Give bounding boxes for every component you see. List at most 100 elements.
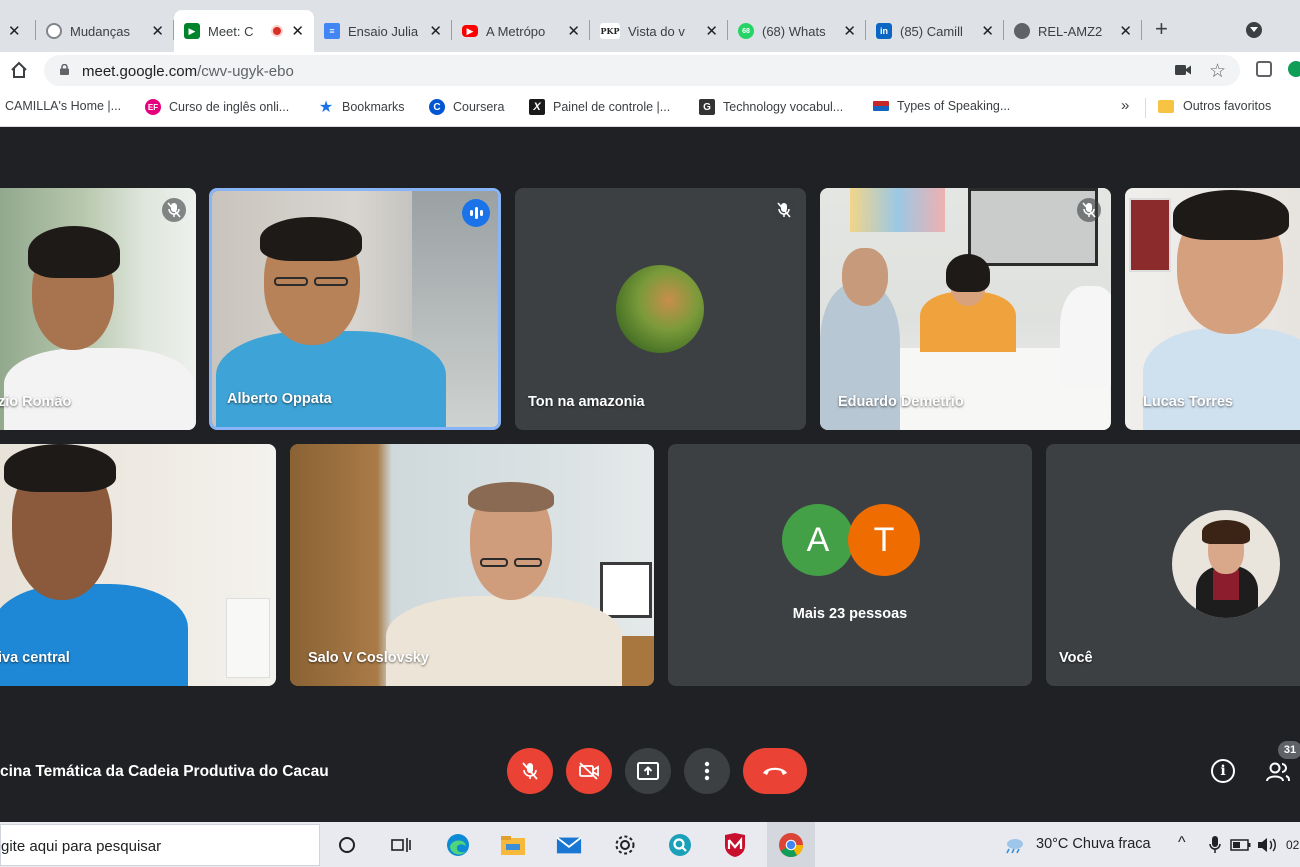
meeting-title: cina Temática da Cadeia Produtiva do Cac… — [0, 763, 329, 780]
grammarly-icon[interactable] — [1288, 61, 1300, 77]
tab-meet[interactable]: ▶ Meet: C ✕ — [174, 10, 314, 52]
more-options-button[interactable] — [684, 748, 730, 794]
close-icon[interactable]: ✕ — [567, 22, 580, 40]
taskbar-search-input[interactable]: gite aqui para pesquisar — [0, 824, 320, 866]
ef-icon: EF — [145, 99, 161, 115]
cortana-icon[interactable] — [334, 832, 360, 858]
close-icon[interactable]: ✕ — [291, 22, 304, 40]
star-icon: ★ — [318, 99, 334, 116]
clock-text[interactable]: 02 — [1286, 838, 1299, 852]
flag-icon — [873, 101, 889, 111]
mail-icon[interactable] — [556, 832, 582, 858]
muted-icon — [772, 198, 796, 222]
microphone-toggle-button[interactable] — [507, 748, 553, 794]
participant-tile[interactable]: Eduardo Demetrio — [820, 188, 1111, 430]
youtube-icon: ▶ — [462, 25, 478, 37]
chevron-up-icon[interactable]: ^ — [1178, 834, 1186, 852]
mcafee-icon[interactable] — [722, 832, 748, 858]
more-participants-tile[interactable]: A T Mais 23 pessoas — [668, 444, 1032, 686]
bookmarks-overflow-icon[interactable]: » — [1121, 97, 1129, 114]
camera-permission-icon[interactable] — [1175, 64, 1191, 76]
edge-icon[interactable] — [445, 832, 471, 858]
bookmarks-divider — [1145, 98, 1146, 118]
task-view-icon[interactable] — [388, 832, 414, 858]
muted-icon — [1077, 198, 1101, 222]
more-participants-label: Mais 23 pessoas — [792, 606, 908, 622]
tab-whatsapp[interactable]: 68 (68) Whats ✕ — [728, 10, 866, 52]
tab-pkp[interactable]: PKP Vista do v ✕ — [590, 10, 728, 52]
tab-ensaio[interactable]: ≡ Ensaio Julia ✕ — [314, 10, 452, 52]
url-text[interactable]: meet.google.com/cwv-ugyk-ebo — [82, 63, 294, 80]
x-icon: X — [529, 99, 545, 115]
volume-icon[interactable] — [1254, 832, 1280, 858]
new-tab-button[interactable]: + — [1155, 16, 1168, 42]
participant-avatar — [616, 265, 704, 353]
participant-tile[interactable]: Salo V Coslovsky — [290, 444, 654, 686]
participant-name: Ton na amazonia — [528, 394, 645, 410]
mic-off-icon — [522, 762, 538, 780]
bookmark-camilla-home[interactable]: CAMILLA's Home |... — [5, 99, 121, 113]
extension-icon[interactable] — [1256, 61, 1272, 77]
search-app-icon[interactable] — [667, 832, 693, 858]
close-icon[interactable]: ✕ — [429, 22, 442, 40]
lock-icon[interactable] — [60, 64, 69, 75]
tab-youtube[interactable]: ▶ A Metrópo ✕ — [452, 10, 590, 52]
bookmark-types-speaking[interactable]: Types of Speaking... — [873, 99, 1010, 113]
tab-search-icon[interactable] — [1246, 22, 1262, 38]
close-icon[interactable]: ✕ — [843, 22, 856, 40]
microphone-tray-icon[interactable] — [1202, 832, 1228, 858]
settings-icon[interactable] — [612, 832, 638, 858]
meeting-info-icon[interactable]: i — [1211, 759, 1235, 783]
bookmark-other-favorites[interactable]: Outros favoritos — [1158, 99, 1271, 113]
file-explorer-icon[interactable] — [500, 832, 526, 858]
globe-icon — [1014, 23, 1030, 39]
bookmark-star-icon[interactable]: ☆ — [1209, 60, 1226, 83]
close-icon[interactable]: ✕ — [8, 22, 21, 40]
bookmark-painel[interactable]: X Painel de controle |... — [529, 99, 670, 115]
muted-icon — [162, 198, 186, 222]
people-icon[interactable] — [1265, 761, 1291, 783]
google-docs-icon: ≡ — [324, 23, 340, 39]
participant-tile[interactable]: iva central — [0, 444, 276, 686]
participant-name: zio Romão — [0, 394, 72, 410]
close-icon[interactable]: ✕ — [981, 22, 994, 40]
camera-toggle-button[interactable] — [566, 748, 612, 794]
participant-letter-avatar: T — [848, 504, 920, 576]
participant-tile[interactable]: Lucas Torres — [1125, 188, 1300, 430]
battery-icon[interactable] — [1228, 832, 1254, 858]
participant-name: Lucas Torres — [1143, 394, 1233, 410]
leave-call-button[interactable] — [743, 748, 807, 794]
recording-icon — [271, 25, 284, 37]
present-screen-button[interactable] — [625, 748, 671, 794]
bookmark-coursera[interactable]: C Coursera — [429, 99, 504, 115]
google-meet-icon: ▶ — [184, 23, 200, 39]
home-icon[interactable] — [9, 60, 29, 80]
bookmarks-bar: CAMILLA's Home |... EF Curso de inglês o… — [0, 90, 1300, 127]
bookmark-curso-ingles[interactable]: EF Curso de inglês onli... — [145, 99, 289, 115]
close-icon[interactable]: ✕ — [151, 22, 164, 40]
tab-linkedin[interactable]: in (85) Camill ✕ — [866, 10, 1004, 52]
browser-toolbar: meet.google.com/cwv-ugyk-ebo ☆ — [0, 52, 1300, 90]
participant-tile-speaking[interactable]: Alberto Oppata — [209, 188, 501, 430]
self-tile[interactable]: Você — [1046, 444, 1300, 686]
weather-icon[interactable] — [1001, 832, 1027, 858]
weather-text[interactable]: 30°C Chuva fraca — [1036, 836, 1151, 852]
bookmark-bookmarks[interactable]: ★ Bookmarks — [318, 99, 405, 116]
linkedin-icon: in — [876, 23, 892, 39]
g-icon: G — [699, 99, 715, 115]
self-name: Você — [1059, 650, 1093, 666]
tab-partial[interactable]: ✕ — [0, 10, 36, 52]
whatsapp-icon: 68 — [738, 23, 754, 39]
participant-tile[interactable]: Ton na amazonia — [515, 188, 806, 430]
tab-mudancas[interactable]: Mudanças ✕ — [36, 10, 174, 52]
close-icon[interactable]: ✕ — [705, 22, 718, 40]
address-bar[interactable]: meet.google.com/cwv-ugyk-ebo ☆ — [44, 55, 1240, 86]
bookmark-technology[interactable]: G Technology vocabul... — [699, 99, 843, 115]
tab-rel-amz[interactable]: REL-AMZ2 ✕ — [1004, 10, 1142, 52]
close-icon[interactable]: ✕ — [1119, 22, 1132, 40]
chrome-icon[interactable] — [778, 832, 804, 858]
participant-tile[interactable]: zio Romão — [0, 188, 196, 430]
coursera-icon: C — [429, 99, 445, 115]
present-icon — [637, 762, 659, 780]
meet-stage: zio Romão Alberto Oppata Ton na amazonia — [0, 127, 1300, 822]
